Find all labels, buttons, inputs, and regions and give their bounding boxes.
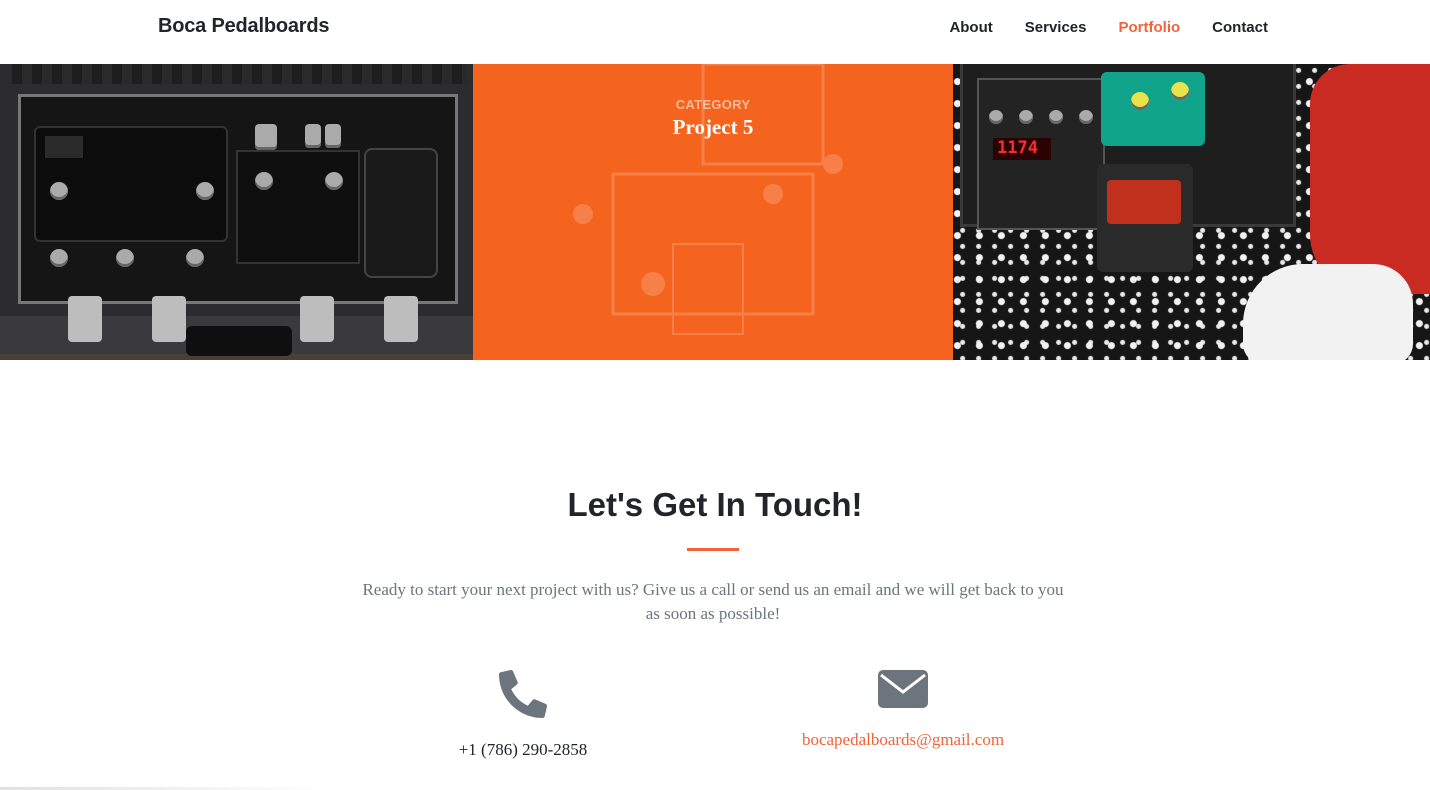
section-divider [687, 548, 739, 551]
contact-section: Let's Get In Touch! Ready to start your … [0, 360, 1430, 790]
nav-link-contact[interactable]: Contact [1212, 19, 1268, 36]
nav-link-about[interactable]: About [949, 19, 992, 36]
contact-title: Let's Get In Touch! [567, 486, 863, 523]
portfolio-caption: CATEGORY Project 5 [473, 97, 953, 140]
portfolio-item-5[interactable]: CATEGORY Project 5 [473, 64, 953, 360]
nav-link-services[interactable]: Services [1025, 19, 1087, 36]
email-link[interactable]: bocapedalboards@gmail.com [753, 730, 1053, 750]
contact-description: Ready to start your next project with us… [362, 580, 1064, 623]
contact-phone: +1 (786) 290-2858 [373, 670, 673, 760]
portfolio-strip: CATEGORY Project 5 1174 [0, 64, 1430, 360]
envelope-icon [878, 670, 928, 708]
portfolio-item-6[interactable]: 1174 [953, 64, 1430, 360]
guitar-image [1310, 64, 1430, 294]
delay-readout: 1174 [993, 138, 1051, 160]
pedalboard-image: 1174 [963, 64, 1293, 272]
portfolio-item-4[interactable] [0, 64, 473, 360]
pedalboard-case-image [0, 64, 473, 356]
contact-email: bocapedalboards@gmail.com [753, 670, 1053, 750]
nav-link-portfolio[interactable]: Portfolio [1119, 19, 1181, 36]
sneaker-image [1243, 264, 1413, 360]
navbar: Boca Pedalboards About Services Portfoli… [0, 0, 1430, 64]
brand-link[interactable]: Boca Pedalboards [158, 15, 330, 38]
nav-links: About Services Portfolio Contact [949, 19, 1268, 36]
project-category: CATEGORY [675, 97, 751, 112]
project-name: Project 5 [672, 115, 754, 139]
phone-number[interactable]: +1 (786) 290-2858 [373, 740, 673, 760]
phone-icon [499, 670, 547, 718]
